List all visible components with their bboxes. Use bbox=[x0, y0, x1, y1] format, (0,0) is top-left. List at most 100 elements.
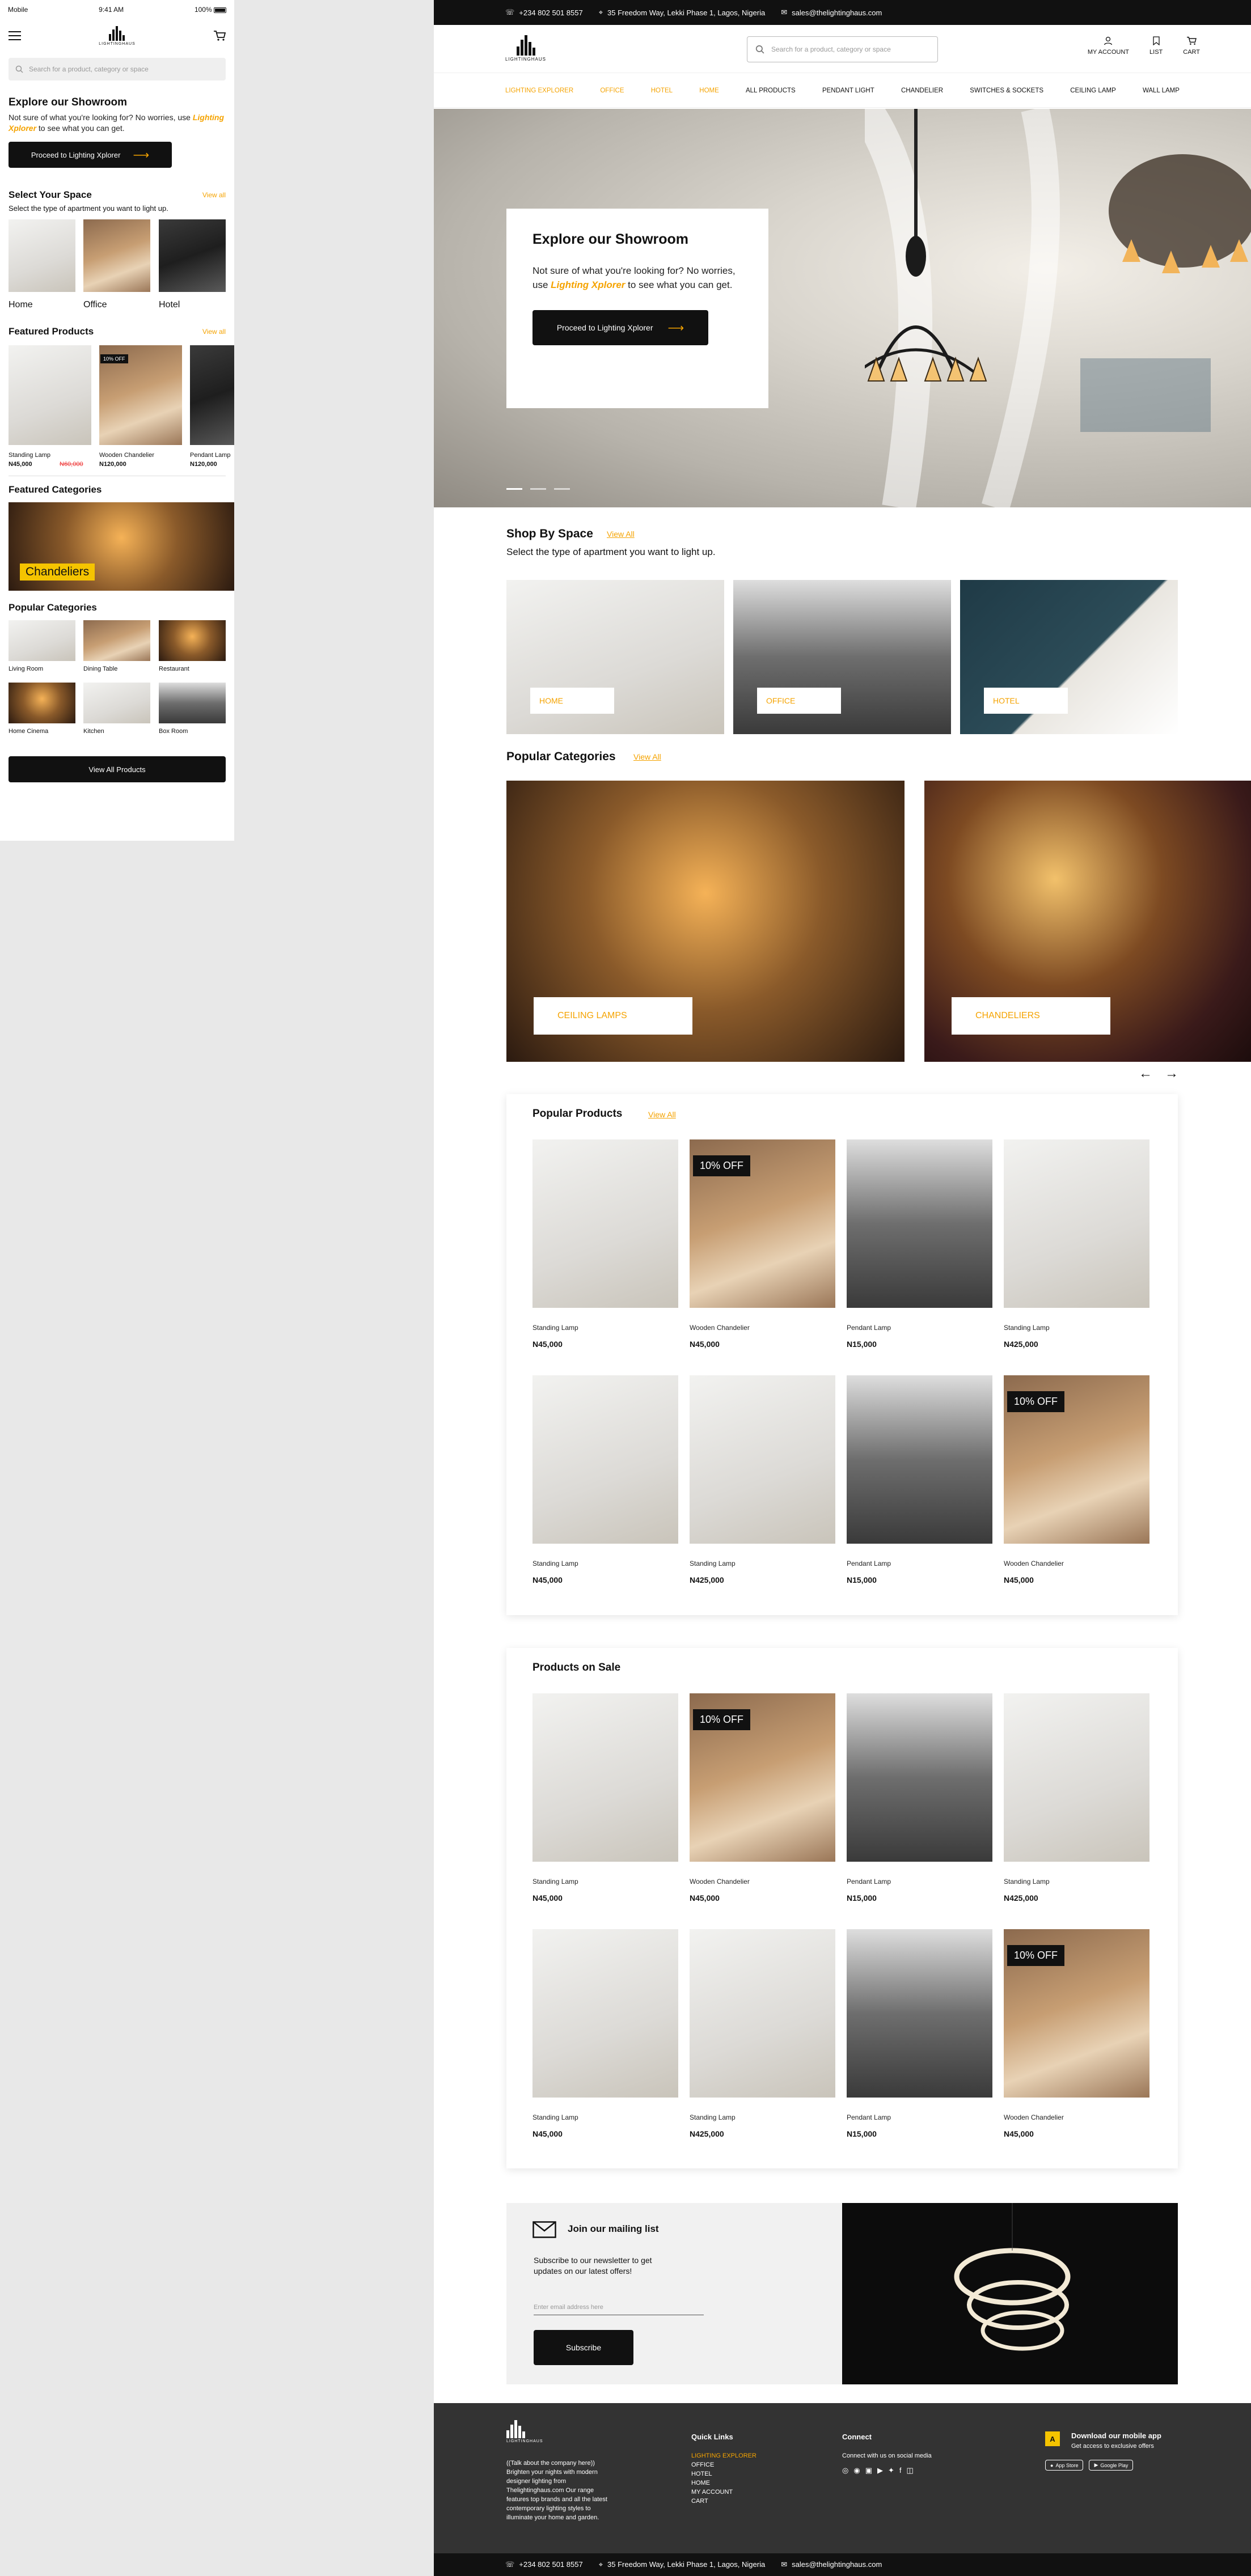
product-image[interactable] bbox=[1004, 1693, 1149, 1862]
space-label-home[interactable]: Home bbox=[9, 300, 33, 310]
product-image[interactable]: 10% OFF bbox=[690, 1139, 835, 1308]
category-label[interactable]: Box Room bbox=[159, 728, 188, 735]
subscribe-button[interactable]: Subscribe bbox=[534, 2330, 633, 2365]
product-image[interactable] bbox=[847, 1929, 992, 2098]
product-name[interactable]: Pendant Lamp bbox=[847, 1560, 992, 1567]
footer-logo[interactable]: LIGHTINGHAUS bbox=[506, 2420, 543, 2443]
product-image[interactable] bbox=[532, 1929, 678, 2098]
footer-link[interactable]: MY ACCOUNT bbox=[691, 2488, 756, 2497]
linkedin-icon[interactable]: ▣ bbox=[865, 2466, 872, 2475]
product-image[interactable]: 10% OFF bbox=[99, 345, 182, 445]
product-image[interactable] bbox=[847, 1139, 992, 1308]
category-label[interactable]: Kitchen bbox=[83, 728, 104, 735]
email-text[interactable]: sales@thelightinghaus.com bbox=[792, 9, 882, 17]
proceed-xplorer-button[interactable]: Proceed to Lighting Xplorer ⟶ bbox=[9, 142, 172, 168]
product-card[interactable]: 10% OFF Wooden Chandelier N45,000 bbox=[1004, 1929, 1149, 2138]
nav-all-products[interactable]: ALL PRODUCTS bbox=[746, 87, 796, 94]
carousel-dot[interactable] bbox=[530, 488, 546, 490]
product-image[interactable]: 10% OFF bbox=[690, 1693, 835, 1862]
space-image-hotel[interactable] bbox=[159, 219, 226, 292]
nav-switches-sockets[interactable]: SWITCHES & SOCKETS bbox=[970, 87, 1043, 94]
footer-link[interactable]: OFFICE bbox=[691, 2460, 756, 2469]
nav-lighting-explorer[interactable]: LIGHTING EXPLORER bbox=[505, 87, 573, 94]
product-name[interactable]: Standing Lamp bbox=[532, 1560, 678, 1567]
category-image[interactable] bbox=[83, 683, 150, 723]
nav-wall-lamp[interactable]: WALL LAMP bbox=[1143, 87, 1180, 94]
twitter-icon[interactable]: ✦ bbox=[888, 2466, 894, 2475]
product-image[interactable] bbox=[690, 1375, 835, 1544]
google-play-button[interactable]: ▶ Google Play bbox=[1089, 2460, 1134, 2471]
product-card[interactable]: Pendant Lamp N15,000 bbox=[847, 1139, 992, 1349]
category-label[interactable]: Dining Table bbox=[83, 666, 117, 672]
youtube-icon[interactable]: ▶ bbox=[877, 2466, 883, 2475]
product-name[interactable]: Standing Lamp bbox=[532, 1878, 678, 1886]
lighting-xplorer-link[interactable]: Lighting Xplorer bbox=[551, 279, 625, 290]
category-image[interactable] bbox=[159, 620, 226, 661]
product-image[interactable]: 10% OFF bbox=[1004, 1929, 1149, 2098]
footer-link[interactable]: HOME bbox=[691, 2478, 756, 2488]
nav-pendant-light[interactable]: PENDANT LIGHT bbox=[822, 87, 874, 94]
footer-link[interactable]: HOTEL bbox=[691, 2469, 756, 2478]
product-image[interactable] bbox=[690, 1929, 835, 2098]
carousel-prev-arrow-icon[interactable]: ← bbox=[1139, 1066, 1152, 1082]
product-card[interactable]: Standing Lamp N425,000 bbox=[690, 1929, 835, 2138]
product-name[interactable]: Standing Lamp bbox=[690, 1560, 835, 1567]
product-name[interactable]: Wooden Chandelier bbox=[690, 1324, 835, 1332]
phone-text[interactable]: +234 802 501 8557 bbox=[519, 2560, 582, 2569]
product-name[interactable]: Standing Lamp bbox=[532, 1324, 678, 1332]
product-image[interactable] bbox=[190, 345, 234, 445]
footer-link[interactable]: LIGHTING EXPLORER bbox=[691, 2451, 756, 2460]
view-all-products-button[interactable]: View All Products bbox=[9, 756, 226, 782]
space-image-office[interactable] bbox=[83, 219, 150, 292]
category-card-chandeliers[interactable]: CHANDELIERS bbox=[924, 781, 1251, 1062]
whatsapp-icon[interactable]: ◉ bbox=[853, 2466, 860, 2475]
space-card-hotel[interactable]: HOTEL bbox=[960, 580, 1178, 734]
product-card[interactable]: Pendant Lamp N15,000 bbox=[847, 1929, 992, 2138]
space-card-home[interactable]: HOME bbox=[506, 580, 724, 734]
product-name[interactable]: Pendant Lamp bbox=[847, 1878, 992, 1886]
nav-chandelier[interactable]: CHANDELIER bbox=[901, 87, 943, 94]
nav-office[interactable]: OFFICE bbox=[600, 87, 624, 94]
product-card[interactable]: 10% OFF Wooden Chandelier N45,000 bbox=[690, 1139, 835, 1349]
product-image[interactable] bbox=[9, 345, 91, 445]
logo[interactable]: LIGHTINGHAUS bbox=[99, 26, 136, 46]
product-name[interactable]: Wooden Chandelier bbox=[1004, 1560, 1149, 1567]
product-card[interactable]: Standing Lamp N425,000 bbox=[1004, 1693, 1149, 1903]
email-input[interactable]: Enter email address here bbox=[534, 2299, 704, 2315]
product-image[interactable] bbox=[847, 1375, 992, 1544]
space-label-hotel[interactable]: Hotel bbox=[159, 300, 180, 310]
product-name[interactable]: Standing Lamp bbox=[1004, 1324, 1149, 1332]
product-image[interactable] bbox=[847, 1693, 992, 1862]
category-card-ceiling-lamps[interactable]: CEILING LAMPS bbox=[506, 781, 905, 1062]
view-all-categories-link[interactable]: View All bbox=[633, 752, 661, 761]
email-text[interactable]: sales@thelightinghaus.com bbox=[792, 2560, 882, 2569]
facebook-icon[interactable]: f bbox=[899, 2466, 902, 2475]
product-card[interactable]: 10% OFF Wooden Chandelier N45,000 bbox=[1004, 1375, 1149, 1584]
category-label[interactable]: Home Cinema bbox=[9, 728, 48, 735]
product-card[interactable]: Standing Lamp N45,000 bbox=[532, 1139, 678, 1349]
product-card[interactable]: Standing Lamp N45,000 bbox=[532, 1929, 678, 2138]
view-all-spaces-link[interactable]: View All bbox=[607, 529, 635, 539]
product-name[interactable]: Standing Lamp bbox=[690, 2113, 835, 2121]
carousel-dot[interactable] bbox=[506, 488, 522, 490]
logo[interactable]: LIGHTINGHAUS bbox=[505, 35, 546, 62]
category-image[interactable] bbox=[9, 683, 75, 723]
nav-hotel[interactable]: HOTEL bbox=[651, 87, 673, 94]
view-all-spaces-link[interactable]: View all bbox=[202, 191, 226, 199]
product-card[interactable]: Standing Lamp N45,000 bbox=[532, 1375, 678, 1584]
space-image-home[interactable] bbox=[9, 219, 75, 292]
product-card[interactable]: Standing Lamp N425,000 bbox=[690, 1375, 835, 1584]
instagram-icon[interactable]: ◫ bbox=[907, 2466, 914, 2475]
space-label-office[interactable]: Office bbox=[83, 300, 107, 310]
product-card[interactable]: 10% OFF Wooden Chandelier N45,000 bbox=[690, 1693, 835, 1903]
carousel-next-arrow-icon[interactable]: → bbox=[1165, 1066, 1178, 1082]
product-card[interactable]: Pendant Lamp N15,000 bbox=[847, 1375, 992, 1584]
view-all-featured-link[interactable]: View all bbox=[202, 328, 226, 336]
product-name[interactable]: Wooden Chandelier bbox=[690, 1878, 835, 1886]
category-label[interactable]: Living Room bbox=[9, 666, 43, 672]
nav-home[interactable]: HOME bbox=[699, 87, 719, 94]
view-all-popular-link[interactable]: View All bbox=[648, 1110, 676, 1119]
proceed-xplorer-button[interactable]: Proceed to Lighting Xplorer ⟶ bbox=[532, 310, 708, 345]
product-card[interactable]: Standing Lamp N45,000 bbox=[532, 1693, 678, 1903]
product-name[interactable]: Wooden Chandelier bbox=[1004, 2113, 1149, 2121]
